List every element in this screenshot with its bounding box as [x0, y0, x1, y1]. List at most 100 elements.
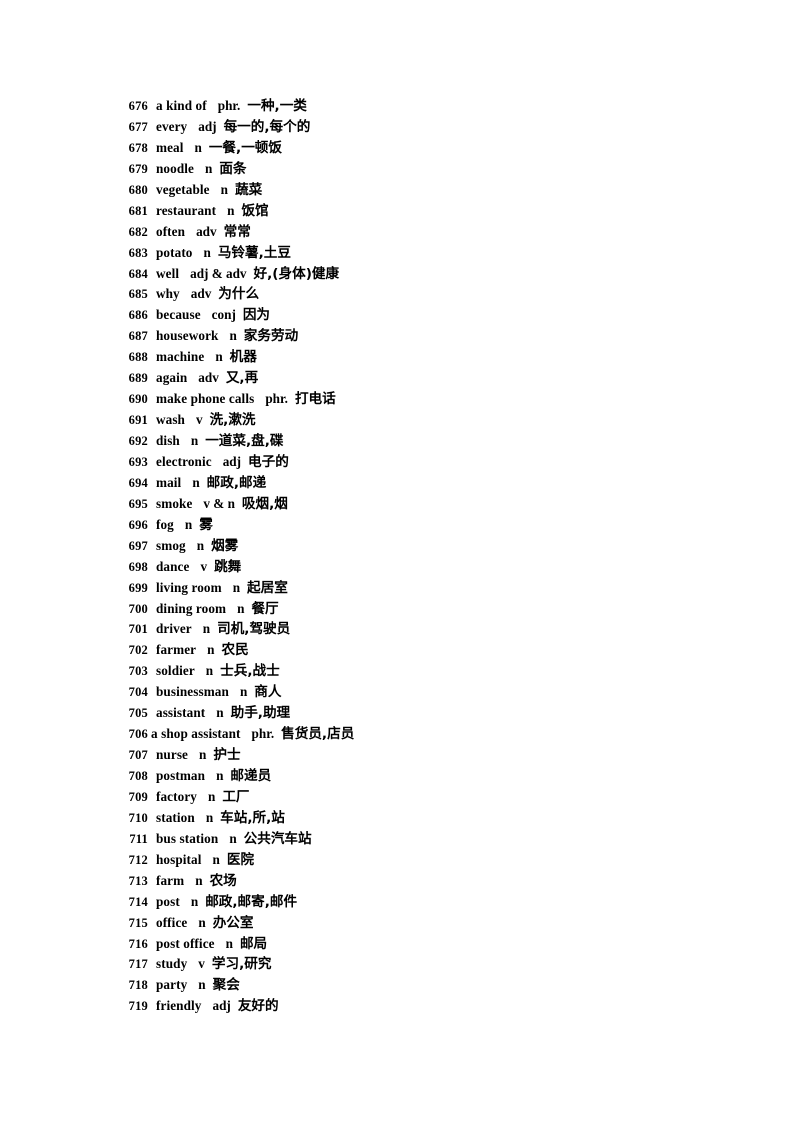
entry-definition: 邮政,邮递	[206, 474, 267, 491]
entry-definition: 售货员,店员	[281, 726, 355, 743]
entry-part-of-speech: n	[212, 851, 220, 867]
number-word-gap	[148, 431, 156, 452]
entry-definition: 助手,助理	[230, 705, 291, 722]
entry-definition: 马铃薯,土豆	[217, 244, 291, 261]
entry-number: 719	[128, 999, 148, 1014]
pos-definition-gap	[235, 494, 242, 515]
entry-part-of-speech: n	[194, 139, 202, 155]
entry-word: a kind of	[156, 98, 207, 113]
entry-part-of-speech: n	[232, 579, 241, 595]
word-pos-gap	[187, 368, 198, 389]
pos-definition-gap	[200, 473, 207, 494]
entry-number: 714	[128, 894, 148, 909]
vocab-row: 707 nurse n 护士	[118, 745, 718, 766]
entry-part-of-speech: v	[195, 412, 203, 428]
entry-number: 693	[128, 454, 148, 469]
entry-number: 703	[128, 664, 148, 679]
entry-part-of-speech: n	[237, 600, 245, 616]
entry-number: 711	[129, 831, 148, 846]
word-pos-gap	[187, 954, 198, 975]
vocab-row: 706 a shop assistant phr. 售货员,店员	[118, 724, 718, 745]
word-pos-gap	[174, 515, 185, 536]
entry-number: 705	[128, 706, 148, 721]
entry-number: 687	[128, 329, 148, 344]
entry-word: meal	[156, 139, 184, 155]
entry-number: 688	[128, 350, 148, 365]
word-pos-gap	[218, 326, 229, 347]
entry-part-of-speech: n	[229, 830, 237, 846]
vocab-row: 686 because conj 因为	[118, 305, 718, 326]
entry-part-of-speech: phr.	[265, 391, 288, 407]
number-word-gap	[148, 96, 156, 117]
word-pos-gap	[186, 536, 197, 557]
vocab-row: 705 assistant n 助手,助理	[118, 703, 718, 724]
entry-word: make phone calls	[156, 391, 255, 407]
entry-number: 684	[128, 266, 148, 281]
word-pos-gap	[202, 996, 213, 1017]
entry-definition: 起居室	[247, 579, 288, 596]
entry-definition: 办公室	[212, 914, 254, 931]
entry-definition: 为什么	[218, 286, 260, 303]
vocab-row: 719 friendly adj 友好的	[118, 996, 718, 1017]
pos-definition-gap	[211, 243, 218, 264]
entry-part-of-speech: n	[225, 935, 233, 951]
vocab-row: 685 why adv 为什么	[118, 284, 718, 305]
number-word-gap	[148, 326, 156, 347]
entry-word: often	[156, 223, 186, 239]
vocab-row: 698 dance v 跳舞	[118, 557, 718, 578]
word-pos-gap	[187, 913, 198, 934]
entry-part-of-speech: n	[196, 537, 205, 553]
vocab-row: 716 post office n 邮局	[118, 934, 718, 955]
vocab-row: 709 factory n 工厂	[118, 787, 718, 808]
entry-part-of-speech: adj	[222, 453, 242, 469]
entry-word: nurse	[156, 747, 189, 763]
entry-part-of-speech: n	[198, 914, 206, 930]
entry-word: vegetable	[156, 181, 210, 197]
entry-word: driver	[156, 621, 192, 637]
number-word-gap	[148, 682, 156, 703]
entry-definition: 又,再	[225, 370, 259, 387]
entry-number: 715	[128, 915, 148, 930]
entry-number: 676	[128, 99, 148, 113]
entry-word: post office	[156, 935, 215, 951]
vocab-row: 712 hospital n 医院	[118, 850, 718, 871]
word-pos-gap	[187, 117, 198, 138]
vocab-row: 691 wash v 洗,漱洗	[118, 410, 718, 431]
number-word-gap	[148, 661, 156, 682]
word-pos-gap	[181, 473, 192, 494]
number-word-gap	[148, 850, 156, 871]
entry-word: potato	[156, 244, 193, 260]
word-pos-gap	[184, 871, 195, 892]
entry-word: machine	[156, 349, 205, 365]
entry-definition: 因为	[242, 307, 271, 324]
entry-word: postman	[156, 768, 206, 783]
entry-definition: 车站,所,站	[220, 809, 285, 826]
word-pos-gap	[215, 934, 226, 955]
word-pos-gap	[196, 640, 207, 661]
word-pos-gap	[202, 850, 213, 871]
pos-definition-gap	[207, 557, 214, 578]
document-page: 676 a kind of phr. 一种,一类 677 every adj 每一…	[0, 0, 794, 1123]
number-word-gap	[148, 515, 156, 536]
number-word-gap	[148, 557, 156, 578]
vocab-row: 680 vegetable n 蔬菜	[118, 180, 718, 201]
entry-number: 677	[128, 119, 148, 134]
number-word-gap	[148, 954, 156, 975]
word-pos-gap	[241, 724, 252, 745]
number-word-gap	[148, 871, 156, 892]
pos-definition-gap	[224, 703, 231, 724]
word-pos-gap	[187, 975, 198, 996]
entry-definition: 邮局	[239, 935, 268, 952]
word-pos-gap	[185, 222, 196, 243]
entry-part-of-speech: v	[198, 956, 205, 972]
entry-part-of-speech: n	[216, 768, 224, 783]
pos-definition-gap	[205, 954, 212, 975]
entry-number: 691	[128, 413, 148, 428]
number-word-gap	[148, 829, 156, 850]
entry-part-of-speech: phr.	[251, 726, 275, 742]
word-pos-gap	[229, 682, 240, 703]
entry-number: 699	[128, 580, 148, 595]
entry-word: electronic	[156, 453, 212, 469]
word-pos-gap	[218, 829, 229, 850]
word-pos-gap	[205, 766, 216, 787]
